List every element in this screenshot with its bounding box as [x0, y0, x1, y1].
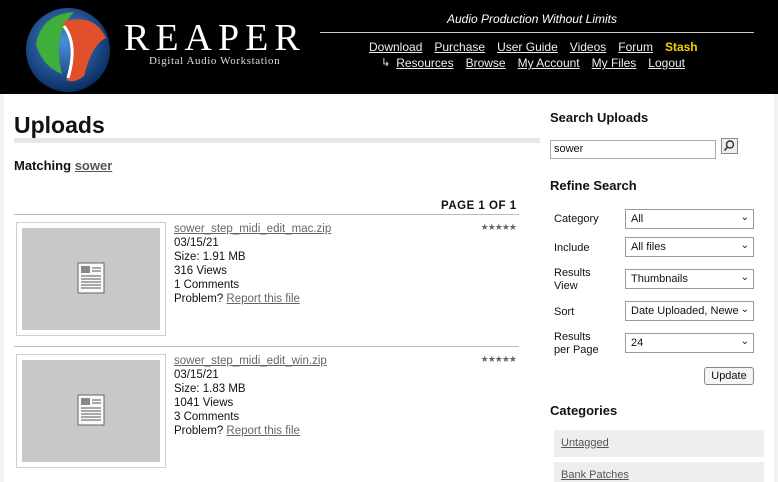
file-views: 316 Views — [174, 265, 227, 277]
secondary-nav: ↳ Resources Browse My Account My Files L… — [381, 56, 697, 70]
file-comments: 3 Comments — [174, 411, 240, 423]
include-select[interactable]: All files ⌄ — [625, 237, 754, 257]
sort-select-value: Date Uploaded, Newe — [631, 305, 739, 317]
chevron-down-icon: ⌄ — [740, 336, 749, 347]
matching-term-link[interactable]: sower — [75, 158, 113, 173]
sort-label: Sort — [554, 306, 575, 318]
results-view-label: Results View — [554, 267, 591, 293]
file-name-link[interactable]: sower_step_midi_edit_mac.zip — [174, 222, 331, 236]
file-thumbnail[interactable] — [16, 222, 166, 336]
category-label: Category — [554, 213, 599, 225]
problem-label: Problem? — [174, 425, 224, 437]
include-label: Include — [554, 242, 590, 254]
document-icon — [77, 262, 105, 294]
results-per-page-label: Results per Page — [554, 331, 599, 357]
nav-resources[interactable]: Resources — [396, 56, 453, 70]
file-size: Size: 1.91 MB — [174, 251, 246, 263]
category-select-value: All — [631, 213, 644, 225]
nav-my-account[interactable]: My Account — [518, 56, 580, 70]
matching-prefix: Matching — [14, 158, 72, 173]
results-per-page-label-line1: Results — [554, 331, 591, 343]
search-uploads-title: Search Uploads — [550, 110, 649, 125]
results-view-label-line2: View — [554, 280, 578, 292]
magnifier-icon — [723, 140, 735, 152]
thumbnail-placeholder — [22, 228, 160, 330]
category-link[interactable]: Bank Patches — [561, 469, 629, 481]
results-view-select[interactable]: Thumbnails ⌄ — [625, 269, 754, 289]
file-name-link[interactable]: sower_step_midi_edit_win.zip — [174, 354, 327, 368]
categories-title: Categories — [550, 403, 618, 418]
title-underline — [14, 138, 540, 143]
chevron-down-icon: ⌄ — [740, 240, 749, 251]
nav-videos[interactable]: Videos — [570, 40, 606, 54]
nav-my-files[interactable]: My Files — [592, 56, 637, 70]
results-per-page-label-line2: per Page — [554, 344, 599, 356]
file-info: sower_step_midi_edit_win.zip 03/15/21 Si… — [174, 354, 327, 438]
brand-subtitle: Digital Audio Workstation — [149, 55, 281, 67]
file-thumbnail[interactable] — [16, 354, 166, 468]
report-file-link[interactable]: Report this file — [226, 425, 300, 437]
category-item-bank-patches[interactable]: Bank Patches — [554, 462, 764, 482]
nav-logout[interactable]: Logout — [648, 56, 685, 70]
nav-purchase[interactable]: Purchase — [434, 40, 485, 54]
file-views: 1041 Views — [174, 397, 234, 409]
category-link[interactable]: Untagged — [561, 437, 609, 449]
search-button[interactable] — [721, 138, 738, 154]
tagline: Audio Production Without Limits — [447, 12, 617, 26]
category-select[interactable]: All ⌄ — [625, 209, 754, 229]
file-date: 03/15/21 — [174, 237, 219, 249]
nav-forum[interactable]: Forum — [618, 40, 653, 54]
document-icon — [77, 394, 105, 426]
page-indicator: PAGE 1 OF 1 — [441, 200, 517, 212]
refine-search-title: Refine Search — [550, 178, 637, 193]
update-button[interactable]: Update — [704, 367, 754, 385]
file-date: 03/15/21 — [174, 369, 219, 381]
category-item-untagged[interactable]: Untagged — [554, 430, 764, 457]
header-divider — [320, 32, 754, 33]
star-rating-icon[interactable]: ★★★★★ — [481, 222, 517, 233]
nav-browse[interactable]: Browse — [466, 56, 506, 70]
include-select-value: All files — [631, 241, 666, 253]
results-view-select-value: Thumbnails — [631, 273, 688, 285]
chevron-down-icon: ⌄ — [740, 272, 749, 283]
results-view-label-line1: Results — [554, 267, 591, 279]
search-input[interactable]: sower — [550, 140, 716, 159]
main-content: Uploads Matching sower PAGE 1 OF 1 sower… — [4, 94, 774, 482]
sort-select[interactable]: Date Uploaded, Newe ⌄ — [625, 301, 754, 321]
star-rating-icon[interactable]: ★★★★★ — [481, 354, 517, 365]
file-info: sower_step_midi_edit_mac.zip 03/15/21 Si… — [174, 222, 331, 306]
site-header: REAPER Digital Audio Workstation Audio P… — [0, 0, 778, 94]
nav-download[interactable]: Download — [369, 40, 422, 54]
file-size: Size: 1.83 MB — [174, 383, 246, 395]
problem-row: Problem? Report this file — [174, 424, 327, 438]
reaper-logo-icon[interactable] — [22, 4, 114, 94]
file-comments: 1 Comments — [174, 279, 240, 291]
brand-name: REAPER — [124, 17, 306, 59]
results-per-page-select[interactable]: 24 ⌄ — [625, 333, 754, 353]
primary-nav: Download Purchase User Guide Videos Foru… — [369, 40, 710, 54]
thumbnail-placeholder — [22, 360, 160, 462]
chevron-down-icon: ⌄ — [740, 304, 749, 315]
nav-user-guide[interactable]: User Guide — [497, 40, 558, 54]
problem-row: Problem? Report this file — [174, 292, 331, 306]
matching-label: Matching sower — [14, 158, 112, 173]
results-divider — [14, 214, 519, 215]
nav-stash[interactable]: Stash — [665, 40, 698, 54]
report-file-link[interactable]: Report this file — [226, 293, 300, 305]
return-arrow-icon: ↳ — [381, 57, 391, 69]
problem-label: Problem? — [174, 293, 224, 305]
results-per-page-select-value: 24 — [631, 337, 644, 349]
page-title: Uploads — [14, 112, 105, 138]
item-divider — [14, 346, 519, 347]
chevron-down-icon: ⌄ — [740, 212, 749, 223]
